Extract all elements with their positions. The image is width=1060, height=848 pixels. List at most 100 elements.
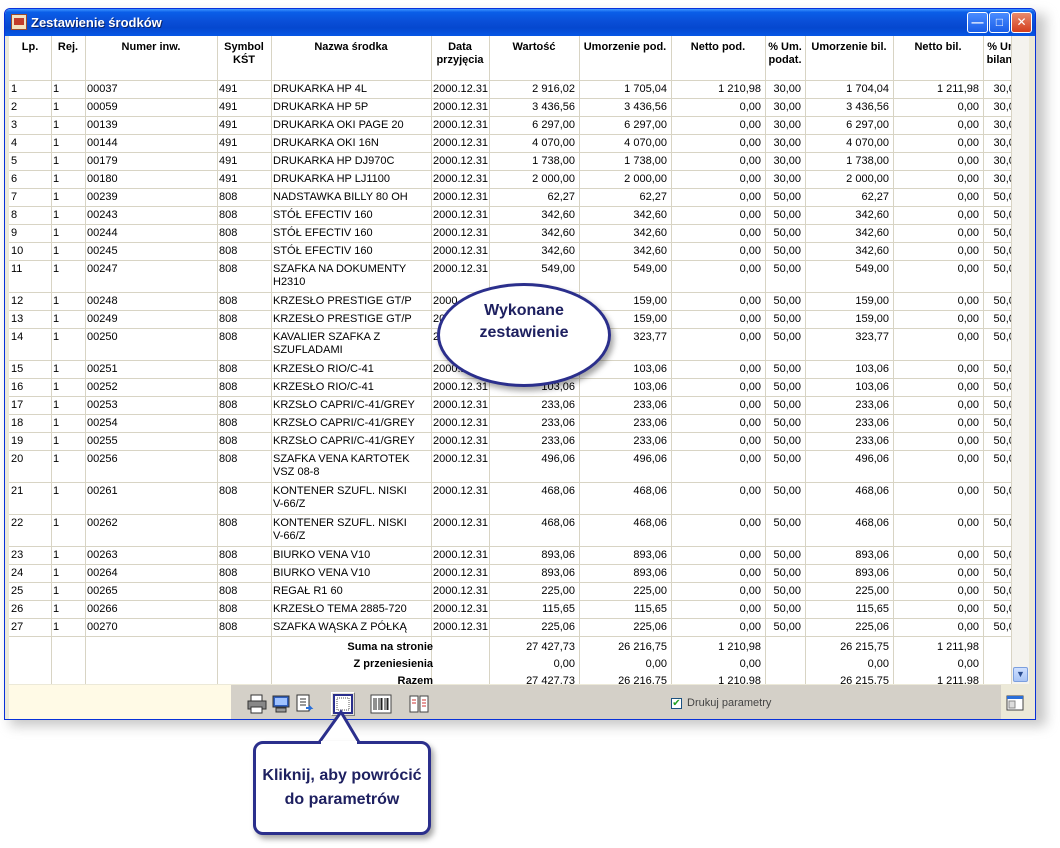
cell-wart: 468,06: [541, 485, 575, 497]
cell-data: 2000.12.31: [433, 453, 489, 465]
window-settings-button[interactable]: [1003, 692, 1027, 716]
table-row[interactable]: 1 1 00037 491 DRUKARKA HP 4L 2000.12.31 2 916,…: [9, 81, 1025, 99]
cell-netp: 0,00: [739, 331, 761, 343]
cell-netp: 0,00: [739, 417, 761, 429]
cell-lp: 22: [11, 517, 24, 529]
column-header-kst[interactable]: Symbol KŚT: [219, 41, 269, 67]
cell-rej: 1: [53, 295, 60, 307]
column-header-nazwa[interactable]: Nazwa środka: [273, 41, 429, 54]
table-row[interactable]: 18 1 00254 808 KRZSŁO CAPRI/C-41/GREY 2000.12…: [9, 415, 1025, 433]
scroll-down-button[interactable]: ▼: [1013, 667, 1028, 682]
close-button[interactable]: ✕: [1011, 12, 1032, 33]
print-button[interactable]: [245, 692, 269, 716]
cell-wart: 3 436,56: [532, 101, 575, 113]
cell-rej: 1: [53, 191, 60, 203]
cell-ump: 1 738,00: [624, 155, 667, 167]
monitor-icon: [272, 695, 290, 713]
cell-netp: 0,00: [739, 485, 761, 497]
parameters-icon: [333, 694, 353, 714]
minimize-button[interactable]: —: [967, 12, 988, 33]
column-header-nr[interactable]: Numer inw.: [87, 41, 215, 54]
table-row[interactable]: 9 1 00244 808 STÓŁ EFECTIV 160 2000.12.31 342,…: [9, 225, 1025, 243]
table-row[interactable]: 26 1 00266 808 KRZESŁO TEMA 2885-720 2000.12.…: [9, 601, 1025, 619]
cell-netp: 0,00: [739, 381, 761, 393]
cell-ump: 893,06: [633, 567, 667, 579]
column-header-lp[interactable]: Lp.: [11, 41, 49, 54]
column-header-data[interactable]: Data przyjęcia: [433, 41, 487, 67]
toolbar-panel: ✔ Drukuj parametry: [231, 685, 1001, 719]
table-row[interactable]: 6 1 00180 491 DRUKARKA HP LJ1100 2000.12.31 2 …: [9, 171, 1025, 189]
cell-rej: 1: [53, 567, 60, 579]
cell-umb: 342,60: [855, 245, 889, 257]
column-header-rej[interactable]: Rej.: [53, 41, 83, 54]
export-icon: [296, 694, 314, 712]
cell-pup: 30,00: [773, 137, 801, 149]
table-row[interactable]: 8 1 00243 808 STÓŁ EFECTIV 160 2000.12.31 342,…: [9, 207, 1025, 225]
cell-kst: 808: [219, 567, 238, 579]
cell-nr: 00252: [87, 381, 118, 393]
cell-kst: 808: [219, 313, 238, 325]
table-row[interactable]: 25 1 00265 808 REGAŁ R1 60 2000.12.31 225,00 22…: [9, 583, 1025, 601]
vertical-scrollbar[interactable]: ▼: [1011, 36, 1029, 684]
cell-pup: 50,00: [773, 585, 801, 597]
cell-netb: 0,00: [957, 485, 979, 497]
table-row[interactable]: 3 1 00139 491 DRUKARKA OKI PAGE 20 2000.12.31…: [9, 117, 1025, 135]
cell-wart: 233,06: [541, 417, 575, 429]
table-row[interactable]: 27 1 00270 808 SZAFKA WĄSKA Z PÓŁKĄ 2000.12.3…: [9, 619, 1025, 637]
table-row[interactable]: 7 1 00239 808 NADSTAWKA BILLY 80 OH 2000.12.3…: [9, 189, 1025, 207]
barcode-button[interactable]: [369, 692, 393, 716]
cell-kst: 491: [219, 155, 238, 167]
summary-wart: 27 427,73: [526, 675, 575, 684]
table-row[interactable]: 17 1 00253 808 KRZSŁO CAPRI/C-41/GREY 2000.12…: [9, 397, 1025, 415]
cell-wart: 225,00: [541, 585, 575, 597]
maximize-button[interactable]: □: [989, 12, 1010, 33]
cell-umb: 115,65: [856, 603, 889, 615]
column-header-wart[interactable]: Wartość: [491, 41, 577, 54]
cell-data: 2000.12.31: [433, 435, 489, 447]
return-to-parameters-button[interactable]: [331, 692, 355, 716]
cell-netp: 0,00: [739, 263, 761, 275]
cell-umb: 893,06: [855, 567, 889, 579]
table-row[interactable]: 22 1 00262 808 KONTENER SZUFL. NISKI V-66/Z 2…: [9, 515, 1025, 547]
cell-rej: 1: [53, 331, 60, 343]
title-bar[interactable]: Zestawienie środków — □ ✕: [5, 9, 1035, 36]
column-header-netp[interactable]: Netto pod.: [673, 41, 763, 54]
layout-icon: [409, 695, 429, 713]
table-row[interactable]: 24 1 00264 808 BIURKO VENA V10 2000.12.31 893,…: [9, 565, 1025, 583]
cell-ump: 549,00: [633, 263, 667, 275]
cell-netp: 0,00: [739, 155, 761, 167]
layout-button[interactable]: [407, 692, 431, 716]
table-row[interactable]: 23 1 00263 808 BIURKO VENA V10 2000.12.31 893,…: [9, 547, 1025, 565]
cell-lp: 21: [11, 485, 24, 497]
cell-rej: 1: [53, 173, 60, 185]
cell-netp: 0,00: [739, 137, 761, 149]
cell-rej: 1: [53, 399, 60, 411]
export-button[interactable]: [293, 692, 317, 716]
result-callout: Wykonane zestawienie: [437, 283, 611, 387]
column-header-pup[interactable]: % Um. podat.: [767, 41, 803, 67]
cell-pup: 50,00: [773, 567, 801, 579]
print-parameters-checkbox[interactable]: ✔: [671, 698, 682, 709]
cell-netb: 0,00: [957, 399, 979, 411]
table-row[interactable]: 19 1 00255 808 KRZSŁO CAPRI/C-41/GREY 2000.12…: [9, 433, 1025, 451]
summary-netb: 1 211,98: [936, 641, 979, 653]
column-header-ump[interactable]: Umorzenie pod.: [581, 41, 669, 54]
cell-lp: 14: [11, 331, 24, 343]
cell-lp: 1: [11, 83, 18, 95]
cell-lp: 3: [11, 119, 18, 131]
cell-netb: 0,00: [957, 549, 979, 561]
cell-netp: 0,00: [739, 435, 761, 447]
column-header-umb[interactable]: Umorzenie bil.: [807, 41, 891, 54]
table-row[interactable]: 20 1 00256 808 SZAFKA VENA KARTOTEK VSZ 08-8…: [9, 451, 1025, 483]
table-row[interactable]: 21 1 00261 808 KONTENER SZUFL. NISKI V-66/Z 2…: [9, 483, 1025, 515]
table-row[interactable]: 2 1 00059 491 DRUKARKA HP 5P 2000.12.31 3 436,…: [9, 99, 1025, 117]
table-row[interactable]: 10 1 00245 808 STÓŁ EFECTIV 160 2000.12.31 342…: [9, 243, 1025, 261]
cell-rej: 1: [53, 209, 60, 221]
preview-button[interactable]: [269, 692, 293, 716]
column-header-netb[interactable]: Netto bil.: [895, 41, 981, 54]
table-row[interactable]: 4 1 00144 491 DRUKARKA OKI 16N 2000.12.31 4 07…: [9, 135, 1025, 153]
table-row[interactable]: 5 1 00179 491 DRUKARKA HP DJ970C 2000.12.31 1 …: [9, 153, 1025, 171]
cell-pup: 50,00: [773, 399, 801, 411]
cell-lp: 4: [11, 137, 18, 149]
cell-ump: 225,00: [633, 585, 667, 597]
